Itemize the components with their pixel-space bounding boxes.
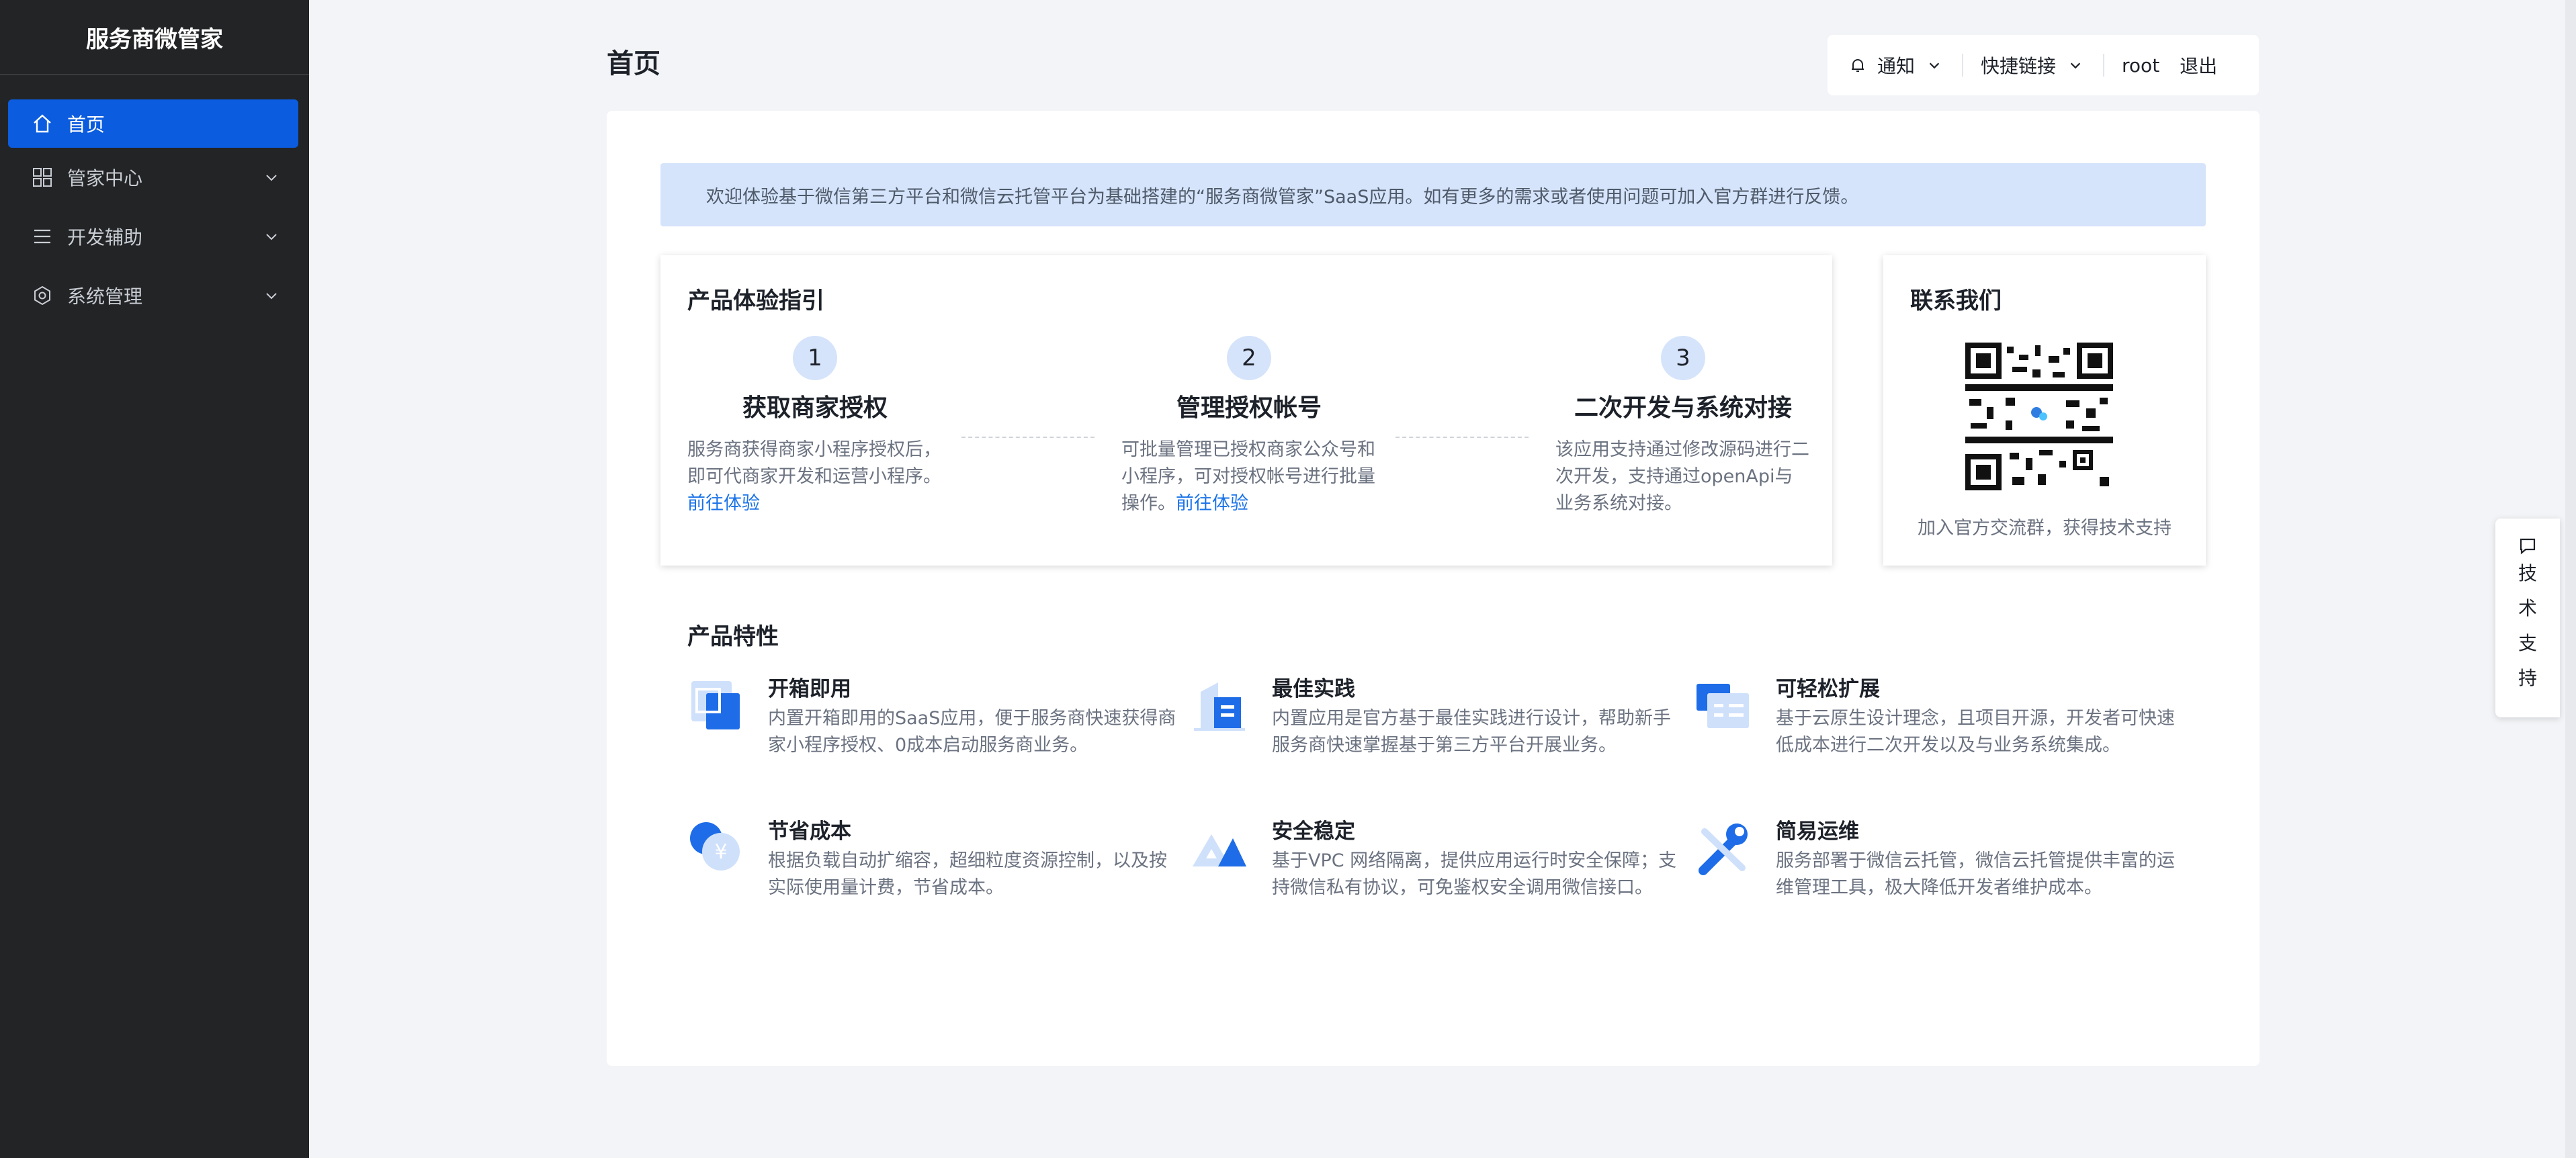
sidebar-item-label: 开发辅助 [67, 226, 143, 249]
brand-title: 服务商微管家 [0, 0, 309, 75]
grid-icon [31, 166, 54, 189]
mountain-shield-icon [1193, 834, 1246, 866]
step-desc: 服务商获得商家小程序授权后，即可代商家开发和运营小程序。前往体验 [687, 437, 943, 517]
top-toolbar: 通知 快捷链接 root 退出 [1828, 35, 2259, 95]
sidebar-item-manager-center[interactable]: 管家中心 [8, 153, 298, 202]
support-label-char: 支 [2518, 632, 2537, 654]
feature-desc: 内置应用是官方基于最佳实践进行设计，帮助新手服务商快速掌握基于第三方平台开展业务… [1272, 708, 1671, 756]
step-number: 1 [793, 336, 837, 380]
username[interactable]: root [2122, 54, 2159, 77]
contact-caption: 加入官方交流群，获得技术支持 [1918, 518, 2172, 539]
notify-label: 通知 [1877, 55, 1916, 77]
list-icon [31, 225, 54, 248]
step-title: 二次开发与系统对接 [1574, 394, 1792, 422]
sidebar-item-system[interactable]: 系统管理 [8, 271, 298, 320]
hexagon-settings-icon [31, 284, 54, 307]
support-label-char: 持 [2518, 667, 2537, 689]
support-label-char: 技 [2518, 562, 2537, 584]
main-card: 欢迎体验基于微信第三方平台和微信云托管平台为基础搭建的“服务商微管家”SaaS应… [607, 111, 2260, 1066]
feature-desc: 服务部署于微信云托管，微信云托管提供丰富的运维管理工具，极大降低开发者维护成本。 [1776, 850, 2175, 898]
bell-icon [1848, 55, 1868, 75]
welcome-banner: 欢迎体验基于微信第三方平台和微信云托管平台为基础搭建的“服务商微管家”SaaS应… [660, 163, 2206, 226]
guide-step: 1 获取商家授权 服务商获得商家小程序授权后，即可代商家开发和运营小程序。前往体… [687, 336, 943, 517]
sidebar: 服务商微管家 首页 管家中心 开发辅助 系统管理 [0, 0, 309, 1158]
window-list-icon [1697, 684, 1749, 728]
features-title: 产品特性 [687, 623, 779, 650]
step-desc-text: 服务商获得商家小程序授权后，即可代商家开发和运营小程序。 [687, 439, 941, 487]
qr-code-icon [1965, 343, 2113, 490]
feature-title: 可轻松扩展 [1776, 677, 1880, 701]
feature-title: 简易运维 [1776, 819, 1859, 844]
chevron-down-icon [2065, 55, 2086, 75]
feature-title: 安全稳定 [1272, 819, 1355, 844]
shortcuts-label: 快捷链接 [1981, 55, 2057, 77]
logout-link[interactable]: 退出 [2180, 52, 2217, 79]
sidebar-item-label: 系统管理 [67, 285, 143, 308]
try-link[interactable]: 前往体验 [687, 493, 760, 514]
feature-title: 开箱即用 [768, 677, 851, 701]
feature-desc: 根据负载自动扩缩容，超细粒度资源控制，以及按实际使用量计费，节省成本。 [768, 850, 1167, 898]
guide-step: 3 二次开发与系统对接 该应用支持通过修改源码进行二次开发，支持通过openAp… [1555, 336, 1811, 517]
divider [1962, 54, 1964, 77]
chevron-down-icon [1924, 55, 1944, 75]
svg-text:¥: ¥ [714, 840, 727, 864]
step-connector [961, 437, 1094, 438]
guide-step: 2 管理授权帐号 可批量管理已授权商家公众号和小程序，可对授权帐号进行批量操作。… [1121, 336, 1377, 517]
step-title: 获取商家授权 [742, 394, 888, 422]
sidebar-item-label: 管家中心 [67, 167, 143, 189]
step-desc: 该应用支持通过修改源码进行二次开发，支持通过openApi与业务系统对接。 [1555, 439, 1809, 514]
step-number: 2 [1227, 336, 1271, 380]
page-title: 首页 [607, 48, 660, 79]
feature-desc: 基于VPC 网络隔离，提供应用运行时安全保障；支持微信私有协议，可免鉴权安全调用… [1272, 850, 1677, 898]
chevron-down-icon [262, 168, 281, 187]
step-connector [1396, 437, 1529, 438]
guide-panel: 产品体验指引 1 获取商家授权 服务商获得商家小程序授权后，即可代商家开发和运营… [660, 255, 1832, 566]
step-desc-text: 可批量管理已授权商家公众号和小程序，可对授权帐号进行批量操作。 [1121, 439, 1375, 514]
box-icon [691, 681, 740, 729]
sidebar-item-home[interactable]: 首页 [8, 99, 298, 148]
chat-icon [2520, 538, 2536, 555]
feature-desc: 基于云原生设计理念，且项目开源，开发者可快速低成本进行二次开发以及与业务系统集成… [1776, 708, 2175, 756]
scrollbar[interactable] [2565, 0, 2576, 1158]
contact-title: 联系我们 [1910, 287, 2002, 314]
home-icon [31, 112, 54, 135]
try-link[interactable]: 前往体验 [1176, 493, 1248, 514]
feature-desc: 内置开箱即用的SaaS应用，便于服务商快速获得商家小程序授权、0成本启动服务商业… [768, 708, 1176, 756]
shortcuts-dropdown[interactable]: 快捷链接 [1981, 52, 2086, 79]
yen-coin-icon: ¥ [690, 822, 740, 871]
step-number: 3 [1661, 336, 1705, 380]
contact-panel: 联系我们 加入官方交流群，获得技术支持 [1883, 255, 2206, 566]
feature-title: 最佳实践 [1272, 677, 1355, 701]
chevron-down-icon [262, 286, 281, 305]
support-label-char: 术 [2518, 597, 2537, 619]
feature-title: 节省成本 [768, 819, 851, 844]
chevron-down-icon [262, 227, 281, 246]
step-desc: 可批量管理已授权商家公众号和小程序，可对授权帐号进行批量操作。前往体验 [1121, 437, 1377, 517]
wrench-icon [1699, 823, 1748, 875]
divider [2103, 54, 2105, 77]
sidebar-item-dev-assist[interactable]: 开发辅助 [8, 212, 298, 261]
notify-dropdown[interactable]: 通知 [1848, 52, 1944, 79]
building-icon [1194, 682, 1245, 731]
step-title: 管理授权帐号 [1176, 394, 1322, 422]
sidebar-item-label: 首页 [67, 114, 105, 136]
tech-support-button[interactable]: 技 术 支 持 [2495, 519, 2560, 717]
guide-title: 产品体验指引 [687, 287, 824, 314]
